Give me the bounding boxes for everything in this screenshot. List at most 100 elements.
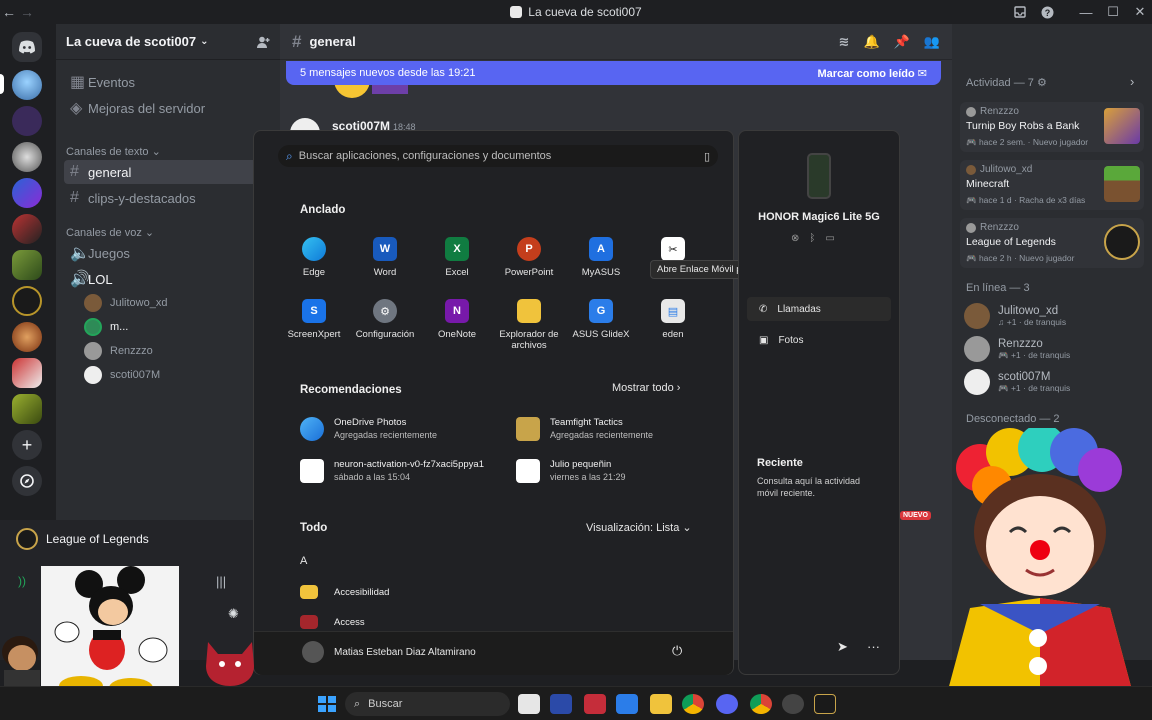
voice-channel-lol[interactable]: 🔊LOL32: [64, 267, 272, 291]
app-list-item[interactable]: Accesibilidad: [300, 585, 389, 599]
pinned-app-myasus[interactable]: A MyASUS: [565, 237, 637, 278]
member-item[interactable]: scoti007M 🎮 +1 · de tranquis: [964, 366, 1070, 398]
pinned-app-powerpoint[interactable]: P PowerPoint: [493, 237, 565, 278]
league-icon[interactable]: [814, 694, 836, 714]
close-icon[interactable]: ✕: [1126, 0, 1152, 24]
soundboard-icon[interactable]: |||: [216, 574, 226, 589]
member-item[interactable]: Renzzzo 🎮 +1 · de tranquis: [964, 333, 1070, 365]
pinned-app-eden[interactable]: ▤ eden: [637, 299, 709, 340]
channel-clips[interactable]: # clips-y-destacados: [64, 186, 272, 210]
pinned-app-explorer[interactable]: Explorador de archivos: [493, 299, 565, 351]
recommended-item[interactable]: Julio pequeñin viernes a las 21:29: [516, 459, 626, 483]
pinned-app-onenote[interactable]: N OneNote: [421, 299, 493, 340]
server-icon-6[interactable]: [12, 250, 42, 280]
server-icon-5[interactable]: [12, 214, 42, 244]
channel-general[interactable]: #general👤: [64, 160, 272, 184]
new-messages-banner[interactable]: 5 mensajes nuevos desde las 19:21 Marcar…: [286, 61, 941, 85]
inbox-icon[interactable]: [1006, 0, 1034, 24]
activity-card[interactable]: Julitowo_xd Minecraft 🎮 hace 1 d · Racha…: [960, 160, 1144, 210]
app-list-item[interactable]: Access: [300, 615, 365, 629]
taskbar-app-icon[interactable]: [584, 694, 606, 714]
discord-icon[interactable]: [716, 694, 738, 714]
forward-arrow-icon[interactable]: →: [18, 0, 36, 24]
menu-calls[interactable]: ✆ Llamadas: [747, 297, 891, 321]
recommended-item[interactable]: neuron-activation-v0-fz7xaci5ppya1 sábado…: [300, 459, 484, 483]
server-icon-8[interactable]: [12, 322, 42, 352]
menu-photos[interactable]: ▣ Fotos: [747, 328, 891, 352]
task-view-icon[interactable]: [518, 694, 540, 714]
server-icon-7[interactable]: [12, 286, 42, 316]
text-category[interactable]: Canales de texto ⌄: [66, 145, 161, 158]
back-arrow-icon[interactable]: ←: [0, 0, 18, 24]
bell-icon[interactable]: 🔔: [863, 34, 879, 50]
pinned-app-glidex[interactable]: G ASUS GlideX: [565, 299, 637, 340]
all-apps-title: Todo: [300, 522, 328, 534]
members-icon[interactable]: 👥: [924, 34, 940, 50]
explore-compass-icon[interactable]: [12, 466, 42, 496]
chrome-icon[interactable]: [750, 694, 772, 714]
recommended-item[interactable]: OneDrive Photos Agregadas recientemente: [300, 417, 437, 441]
sidebar-item-boosts[interactable]: ◈ Mejoras del servidor: [64, 96, 272, 120]
minimize-icon[interactable]: —: [1072, 0, 1100, 24]
activity-icon[interactable]: ✺: [228, 606, 239, 622]
maximize-icon[interactable]: ☐: [1099, 0, 1127, 24]
close-circle-icon[interactable]: ⊗: [791, 233, 799, 244]
start-search-input[interactable]: [298, 150, 679, 162]
voice-category[interactable]: Canales de voz ⌄: [66, 226, 154, 239]
voice-channel-juegos[interactable]: 🔈 Juegos: [64, 241, 272, 265]
pinned-app-settings[interactable]: ⚙ Configuración: [349, 299, 421, 340]
hash-icon: #: [292, 31, 302, 51]
discord-home-icon[interactable]: [12, 32, 42, 62]
help-icon[interactable]: ?: [1033, 0, 1061, 24]
server-icon-2[interactable]: [12, 106, 42, 136]
folder-icon[interactable]: [650, 694, 672, 714]
pinned-app-excel[interactable]: X Excel: [421, 237, 493, 278]
taskbar-search[interactable]: ⌕ Buscar: [345, 692, 510, 716]
taskbar-app-icon[interactable]: [782, 694, 804, 714]
windows-start-icon[interactable]: [316, 694, 338, 714]
chrome-icon[interactable]: [682, 694, 704, 714]
server-icon-4[interactable]: [12, 178, 42, 208]
user-avatar[interactable]: [302, 641, 324, 663]
photo-icon: ▣: [759, 334, 769, 346]
voice-member[interactable]: scoti007M: [84, 364, 160, 386]
phone-icon[interactable]: ▯: [704, 150, 710, 163]
add-server-icon[interactable]: +: [12, 430, 42, 460]
onedrive-icon: [300, 417, 324, 441]
user-name[interactable]: Matias Esteban Diaz Altamirano: [334, 647, 476, 658]
more-icon[interactable]: ···: [867, 639, 880, 654]
pin-icon[interactable]: 📌: [894, 34, 910, 50]
voice-member[interactable]: Julitowo_xd: [84, 292, 167, 314]
member-item[interactable]: Julitowo_xd ♫ +1 · de tranquis: [964, 300, 1066, 332]
mark-read-button[interactable]: Marcar como leído ✉: [818, 67, 927, 80]
gear-icon[interactable]: ⚙: [1037, 77, 1047, 89]
activity-card[interactable]: Renzzzo League of Legends 🎮 hace 2 h · N…: [960, 218, 1144, 268]
pinned-app-edge[interactable]: Edge: [278, 237, 350, 278]
send-icon[interactable]: ➤: [837, 639, 848, 655]
start-search[interactable]: ⌕ ▯: [278, 145, 718, 167]
chevron-right-icon[interactable]: ›: [1130, 74, 1134, 89]
game-thumbnail: [1104, 166, 1140, 202]
taskbar-app-icon[interactable]: [550, 694, 572, 714]
activity-card[interactable]: Renzzzo Turnip Boy Robs a Bank 🎮 hace 2 …: [960, 102, 1144, 152]
sidebar-item-events[interactable]: ▦ Eventos: [64, 70, 272, 94]
pinned-app-word[interactable]: W Word: [349, 237, 421, 278]
voice-member[interactable]: Renzzzo: [84, 340, 153, 362]
recommended-item[interactable]: Teamfight Tactics Agregadas recientemente: [516, 417, 653, 441]
pinned-app-screenxpert[interactable]: S ScreenXpert: [278, 299, 350, 340]
server-icon-9[interactable]: [12, 358, 42, 388]
voice-member[interactable]: m...: [84, 316, 128, 338]
activity-game: Minecraft: [966, 178, 1010, 190]
store-icon[interactable]: [616, 694, 638, 714]
server-icon-3[interactable]: [12, 142, 42, 172]
server-icon-10[interactable]: [12, 394, 42, 424]
show-all-button[interactable]: Mostrar todo ›: [612, 382, 680, 394]
letter-header[interactable]: A: [300, 555, 307, 567]
view-mode-button[interactable]: Visualización: Lista ⌄: [586, 521, 692, 534]
guild-header[interactable]: La cueva de scoti007 ⌄: [56, 24, 280, 60]
add-member-icon[interactable]: [256, 35, 270, 49]
signal-icon[interactable]: )): [18, 574, 26, 588]
threads-icon[interactable]: ≋: [839, 34, 850, 50]
server-icon-1[interactable]: [12, 70, 42, 100]
power-icon[interactable]: ⏻: [672, 643, 682, 659]
